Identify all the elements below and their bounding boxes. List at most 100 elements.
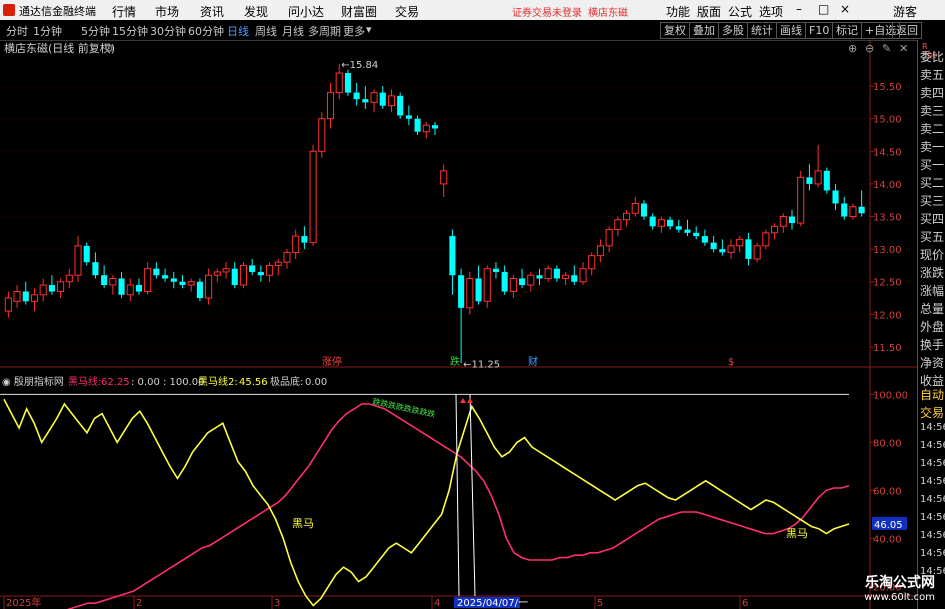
panel-option-label[interactable]: 交易 (920, 404, 944, 421)
candle (605, 226, 613, 253)
period-5min[interactable]: 5分钟 (81, 23, 110, 39)
period-15min[interactable]: 15分钟 (112, 23, 148, 39)
chart-tool-icon-0[interactable]: ⊕ (848, 42, 857, 55)
quote-field-label: 买四 (920, 212, 945, 226)
button-f10[interactable]: F10 (805, 22, 834, 39)
button-biaoji[interactable]: 标记 (832, 22, 862, 39)
event-marker[interactable]: $ (728, 357, 734, 368)
indicator-grid (0, 393, 875, 587)
main-ytick-label: 12.50 (873, 278, 902, 289)
button-fuquan[interactable]: 复权 (660, 22, 690, 39)
tick-time: 14:56 (920, 476, 945, 487)
candle (231, 262, 238, 289)
main-ytick-label: 13.00 (873, 245, 902, 256)
candle-body (387, 95, 396, 107)
chart-tool-icon-3[interactable]: ✕ (899, 42, 908, 55)
event-marker[interactable]: 涨停 (322, 355, 342, 368)
menu-xuanxiang[interactable]: 选项 (759, 3, 783, 20)
menu-jiaoyi[interactable]: 交易 (395, 3, 419, 20)
menu-banmian[interactable]: 版面 (697, 3, 721, 20)
candle (544, 265, 552, 282)
menu-caifuquan[interactable]: 财富圈 (341, 3, 377, 20)
menu-wenxiaoda[interactable]: 问小达 (288, 3, 324, 20)
menu-gongshi[interactable]: 公式 (728, 3, 752, 20)
buy-signal-text: 跌跌跌跌跌跌跌跌 (372, 396, 437, 419)
button-back[interactable]: 返回 (892, 22, 922, 39)
menu-shichang[interactable]: 市场 (155, 3, 179, 20)
settings-gear-icon[interactable]: ⚙ (104, 42, 114, 55)
close-icon[interactable]: × (840, 2, 850, 16)
period-fenshi[interactable]: 分时 (6, 23, 28, 39)
candle-body (753, 245, 761, 260)
candle-body (684, 229, 691, 233)
quote-field-label: 买三 (920, 194, 945, 208)
quote-field-label: 换手 (920, 338, 945, 352)
candle-body (483, 268, 491, 302)
signal-label-heima-2: 黑马 (786, 527, 808, 540)
menu-zixun[interactable]: 资讯 (200, 3, 224, 20)
chart-tool-icon-2[interactable]: ✎ (882, 42, 891, 55)
period-30min[interactable]: 30分钟 (150, 23, 186, 39)
event-marker[interactable]: 跌 (450, 355, 460, 368)
period-daily[interactable]: 日线 (227, 23, 249, 39)
candle (222, 262, 230, 279)
candle-body (213, 271, 221, 276)
candle (562, 271, 570, 285)
candle (449, 229, 456, 295)
candle (736, 236, 744, 253)
minimize-icon[interactable]: – (796, 2, 802, 16)
button-diejia[interactable]: 叠加 (689, 22, 719, 39)
guest-login[interactable]: 游客 (893, 3, 917, 20)
menu-bar: 通达信金融终端 行情 市场 资讯 发现 问小达 财富圈 交易 证券交易未登录 横… (0, 0, 945, 20)
button-tongji[interactable]: 统计 (747, 22, 777, 39)
candle-body (771, 225, 779, 234)
candle (144, 262, 152, 295)
candle-body (57, 281, 65, 293)
period-multi[interactable]: 多周期 (308, 23, 341, 39)
candle (101, 265, 108, 289)
candle-body (249, 265, 256, 272)
candle (22, 281, 29, 305)
candle-body (492, 268, 499, 272)
candle (118, 271, 125, 299)
menu-hangqing[interactable]: 行情 (112, 3, 136, 20)
candle (527, 271, 535, 292)
candle (588, 252, 596, 276)
candle-body (257, 271, 264, 276)
panel-option-label[interactable]: 自动 (920, 386, 944, 403)
period-more[interactable]: 更多 (343, 23, 365, 39)
candle (353, 82, 360, 106)
trade-login-status[interactable]: 证券交易未登录 (512, 4, 582, 19)
period-monthly[interactable]: 月线 (282, 23, 304, 39)
period-1min[interactable]: 1分钟 (33, 23, 62, 39)
signal-arrow-icon (460, 398, 466, 403)
candle-body (22, 291, 29, 302)
chart-tool-icon-1[interactable]: ⊖ (865, 42, 874, 55)
current-stock-name: 横店东磁 (588, 8, 628, 19)
indicator-title-part: 黑马线: (68, 375, 101, 388)
period-weekly[interactable]: 周线 (255, 23, 277, 39)
quote-field-label: 买五 (920, 230, 945, 244)
candle-body (309, 150, 317, 244)
main-ytick-label: 15.00 (873, 115, 902, 126)
candle-body (579, 268, 587, 283)
more-dropdown-icon[interactable]: ▾ (366, 23, 372, 36)
button-huaxian[interactable]: 画线 (776, 22, 806, 39)
candle-body (162, 275, 169, 279)
candle (596, 239, 604, 263)
candle (483, 265, 491, 308)
candle (379, 86, 386, 109)
menu-gongneng[interactable]: 功能 (666, 3, 690, 20)
maximize-icon[interactable]: □ (818, 2, 829, 16)
kline-chart-area[interactable]: 横店东磁(日线 前复权)⚙ ⊕ ⊖ ✎ ✕ 15.50 15.00 14.50 14.00 13.… (0, 40, 917, 609)
candle (693, 226, 700, 240)
quote-field-label: 卖一 (920, 140, 945, 154)
candle (710, 236, 717, 253)
candle-body (527, 274, 535, 286)
button-duogu[interactable]: 多股 (718, 22, 748, 39)
tick-time: 14:56 (920, 530, 945, 541)
menu-faxian[interactable]: 发现 (244, 3, 268, 20)
period-60min[interactable]: 60分钟 (188, 23, 224, 39)
candle (753, 242, 761, 263)
event-marker[interactable]: 财 (528, 355, 538, 368)
